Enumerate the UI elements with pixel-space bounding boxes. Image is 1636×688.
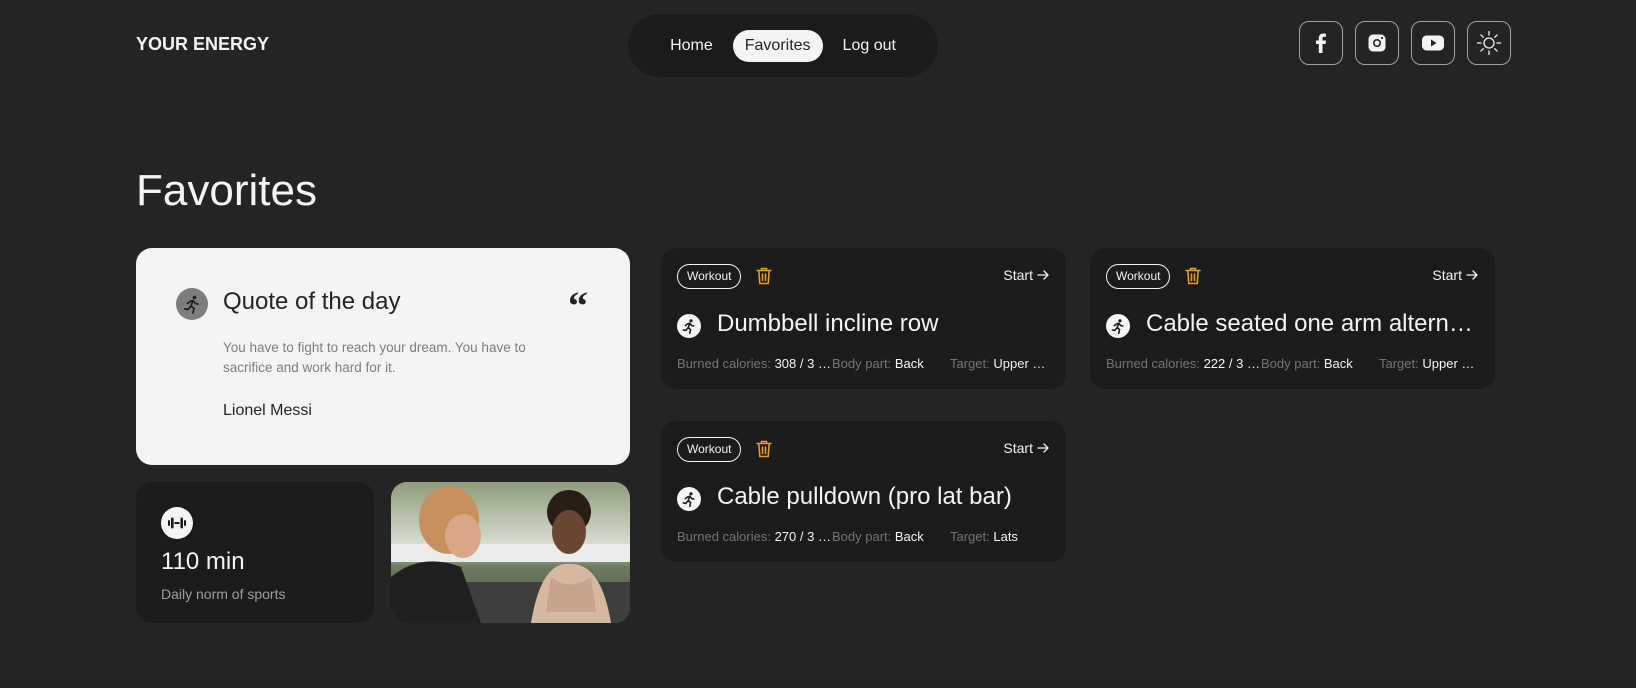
stat-value: 270 / 3 min bbox=[774, 529, 832, 544]
exercise-card: Workout Start Cable pulldown (pro lat ba… bbox=[661, 421, 1066, 562]
dumbbell-icon bbox=[161, 507, 193, 539]
instagram-link[interactable] bbox=[1355, 21, 1399, 65]
quote-card: Quote of the day “ You have to fight to … bbox=[136, 248, 630, 465]
runner-icon bbox=[1106, 314, 1130, 338]
exercise-name: Cable seated one arm alternate row bbox=[1146, 310, 1479, 337]
exercise-name: Cable pulldown (pro lat bar) bbox=[717, 483, 1012, 510]
start-button[interactable]: Start bbox=[1003, 267, 1050, 283]
stat-value: Back bbox=[894, 356, 924, 371]
exercise-stats: Burned calories: 222 / 3 min Body part: … bbox=[1106, 356, 1479, 371]
trash-icon[interactable] bbox=[1184, 266, 1202, 286]
stat-body-part: Body part: Back bbox=[832, 529, 950, 544]
stat-label: Burned calories: bbox=[677, 356, 775, 371]
sun-icon bbox=[1476, 30, 1502, 56]
arrow-right-icon bbox=[1466, 270, 1478, 280]
runner-icon bbox=[677, 314, 701, 338]
youtube-link[interactable] bbox=[1411, 21, 1455, 65]
stat-value: Back bbox=[1323, 356, 1353, 371]
theme-toggle[interactable] bbox=[1467, 21, 1511, 65]
stat-value: Upper back bbox=[993, 356, 1050, 371]
nav-home[interactable]: Home bbox=[658, 30, 725, 62]
stat-target: Target: Lats bbox=[950, 529, 1050, 544]
workout-badge: Workout bbox=[1106, 264, 1171, 289]
runner-icon bbox=[176, 288, 208, 320]
daily-norm-card: 110 min Daily norm of sports bbox=[136, 482, 374, 623]
norm-value: 110 min bbox=[161, 548, 245, 575]
quote-heading: Quote of the day bbox=[223, 288, 401, 315]
stat-label: Target: bbox=[1379, 356, 1423, 371]
nav-logout[interactable]: Log out bbox=[831, 30, 908, 62]
stat-label: Body part: bbox=[832, 529, 895, 544]
stat-target: Target: Upper back bbox=[1379, 356, 1479, 371]
start-button[interactable]: Start bbox=[1003, 440, 1050, 456]
social-links bbox=[1299, 21, 1511, 65]
exercise-name: Dumbbell incline row bbox=[717, 310, 939, 337]
stat-value: Lats bbox=[993, 529, 1018, 544]
stat-target: Target: Upper back bbox=[950, 356, 1050, 371]
stat-label: Body part: bbox=[1261, 356, 1324, 371]
stat-label: Target: bbox=[950, 529, 994, 544]
trash-icon[interactable] bbox=[755, 439, 773, 459]
quote-author: Lionel Messi bbox=[223, 402, 312, 419]
workout-badge: Workout bbox=[677, 437, 742, 462]
stat-body-part: Body part: Back bbox=[832, 356, 950, 371]
workout-photo bbox=[391, 482, 630, 623]
exercise-card: Workout Start Dumbbell incline row Burne… bbox=[661, 248, 1066, 389]
logo[interactable]: YOUR ENERGY bbox=[136, 34, 269, 55]
start-label: Start bbox=[1432, 267, 1462, 283]
stat-body-part: Body part: Back bbox=[1261, 356, 1379, 371]
page-title: Favorites bbox=[136, 166, 317, 215]
trash-icon[interactable] bbox=[755, 266, 773, 286]
stat-value: Back bbox=[894, 529, 924, 544]
runner-icon bbox=[677, 487, 701, 511]
facebook-icon bbox=[1316, 33, 1326, 53]
main-nav: Home Favorites Log out bbox=[628, 14, 938, 77]
nav-favorites[interactable]: Favorites bbox=[732, 29, 823, 62]
exercise-stats: Burned calories: 308 / 3 min Body part: … bbox=[677, 356, 1050, 371]
stat-label: Target: bbox=[950, 356, 994, 371]
norm-label: Daily norm of sports bbox=[161, 586, 286, 602]
start-label: Start bbox=[1003, 440, 1033, 456]
stat-calories: Burned calories: 308 / 3 min bbox=[677, 356, 832, 371]
exercise-stats: Burned calories: 270 / 3 min Body part: … bbox=[677, 529, 1050, 544]
stat-calories: Burned calories: 222 / 3 min bbox=[1106, 356, 1261, 371]
exercise-card: Workout Start Cable seated one arm alter… bbox=[1090, 248, 1495, 389]
arrow-right-icon bbox=[1037, 270, 1049, 280]
stat-calories: Burned calories: 270 / 3 min bbox=[677, 529, 832, 544]
quote-mark-icon: “ bbox=[568, 283, 588, 328]
youtube-icon bbox=[1422, 35, 1444, 51]
instagram-icon bbox=[1368, 34, 1386, 52]
facebook-link[interactable] bbox=[1299, 21, 1343, 65]
start-button[interactable]: Start bbox=[1432, 267, 1479, 283]
quote-text: You have to fight to reach your dream. Y… bbox=[223, 340, 526, 375]
stat-value: 308 / 3 min bbox=[774, 356, 832, 371]
workout-badge: Workout bbox=[677, 264, 742, 289]
stat-label: Burned calories: bbox=[1106, 356, 1204, 371]
arrow-right-icon bbox=[1037, 443, 1049, 453]
start-label: Start bbox=[1003, 267, 1033, 283]
stat-label: Burned calories: bbox=[677, 529, 775, 544]
stat-value: Upper back bbox=[1422, 356, 1479, 371]
stat-value: 222 / 3 min bbox=[1203, 356, 1261, 371]
stat-label: Body part: bbox=[832, 356, 895, 371]
